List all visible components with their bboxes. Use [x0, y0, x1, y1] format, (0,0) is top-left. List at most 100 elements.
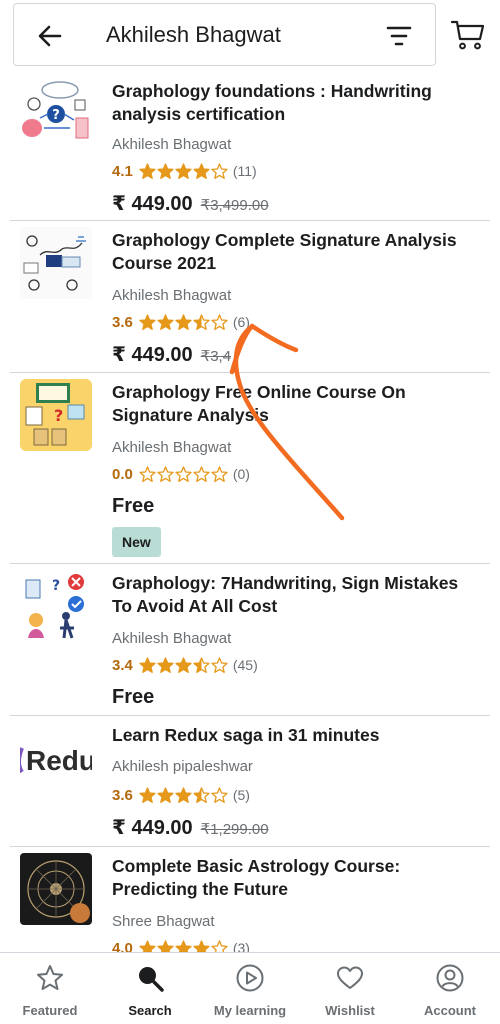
course-price: Free	[112, 686, 154, 709]
rating-value: 3.4	[112, 656, 133, 674]
course-thumbnail: ?	[20, 78, 92, 150]
star-rating	[139, 162, 229, 180]
review-count: (6)	[232, 314, 250, 330]
search-icon	[139, 967, 164, 992]
star-filled-icon	[175, 656, 192, 673]
star-filled-icon	[175, 939, 192, 952]
course-card[interactable]: Redu Learn Redux saga in 31 minutes Akhi…	[10, 716, 490, 847]
star-filled-icon	[139, 313, 156, 330]
course-title[interactable]: Graphology: 7Handwriting, Sign Mistakes …	[112, 572, 482, 618]
nav-search[interactable]: Search	[100, 953, 200, 1024]
course-card[interactable]: Complete Basic Astrology Course: Predict…	[10, 847, 490, 952]
filter-icon[interactable]	[386, 24, 412, 48]
course-title[interactable]: Graphology Complete Signature Analysis C…	[112, 229, 482, 275]
nav-account[interactable]: Account	[400, 953, 500, 1024]
heart-icon	[337, 966, 363, 989]
star-filled-icon	[139, 162, 156, 179]
search-query-text[interactable]: Akhilesh Bhagwat	[106, 22, 281, 48]
course-price: ₹ 449.00 ₹3,4	[112, 342, 231, 367]
nav-wishlist[interactable]: Wishlist	[300, 953, 400, 1024]
course-rating: 3.6 (6)	[112, 312, 250, 332]
course-author: Akhilesh Bhagwat	[112, 287, 232, 304]
star-rating	[139, 465, 229, 483]
star-empty-icon	[211, 162, 228, 179]
original-price: ₹3,499.00	[200, 197, 269, 214]
star-half-icon	[193, 313, 210, 330]
star-filled-icon	[139, 786, 156, 803]
course-card[interactable]: ? Graphology Free Online Course On Signa…	[10, 373, 490, 564]
course-title[interactable]: Graphology foundations : Handwriting ana…	[112, 80, 482, 126]
star-empty-icon	[175, 465, 192, 482]
course-list[interactable]: ? Graphology foundations : Handwriting a…	[0, 72, 500, 952]
course-title[interactable]: Learn Redux saga in 31 minutes	[112, 724, 482, 747]
original-price: ₹3,4	[200, 348, 232, 365]
bottom-navigation: Featured Search My learning Wishlist Acc…	[0, 952, 500, 1024]
svg-text:?: ?	[54, 406, 63, 425]
course-author: Akhilesh Bhagwat	[112, 136, 232, 153]
course-rating: 0.0 (0)	[112, 464, 250, 484]
play-circle-icon	[236, 964, 264, 992]
course-author: Akhilesh pipaleshwar	[112, 758, 253, 775]
current-price: ₹ 449.00	[112, 344, 193, 366]
review-count: (5)	[232, 787, 250, 803]
star-filled-icon	[157, 313, 174, 330]
search-bar[interactable]: Akhilesh Bhagwat	[13, 3, 436, 66]
star-filled-icon	[139, 939, 156, 952]
star-filled-icon	[175, 786, 192, 803]
star-filled-icon	[175, 162, 192, 179]
star-filled-icon	[157, 786, 174, 803]
review-count: (11)	[232, 163, 257, 179]
back-arrow-icon[interactable]	[36, 22, 64, 50]
nav-my-learning[interactable]: My learning	[200, 953, 300, 1024]
current-price: Free	[112, 495, 155, 517]
course-title[interactable]: Complete Basic Astrology Course: Predict…	[112, 855, 482, 901]
course-thumbnail: ?	[20, 379, 92, 451]
svg-text:?: ?	[52, 578, 60, 594]
star-filled-icon	[175, 313, 192, 330]
star-filled-icon	[193, 939, 210, 952]
course-card[interactable]: ? Graphology: 7Handwriting, Sign Mistake…	[10, 564, 490, 716]
star-half-icon	[193, 656, 210, 673]
course-title[interactable]: Graphology Free Online Course On Signatu…	[112, 381, 482, 427]
star-rating	[139, 656, 229, 674]
star-empty-icon	[211, 939, 228, 952]
star-filled-icon	[193, 162, 210, 179]
nav-label: Featured	[22, 1003, 78, 1018]
top-bar: Akhilesh Bhagwat	[0, 0, 500, 72]
course-rating: 3.4 (45)	[112, 655, 258, 675]
course-card[interactable]: Graphology Complete Signature Analysis C…	[10, 221, 490, 373]
cart-icon[interactable]	[450, 17, 486, 51]
course-rating: 3.6 (5)	[112, 785, 250, 805]
star-rating	[139, 939, 229, 952]
course-thumbnail: Redu	[20, 722, 92, 794]
current-price: ₹ 449.00	[112, 193, 193, 215]
star-empty-icon	[193, 465, 210, 482]
current-price: Free	[112, 686, 155, 708]
star-rating	[139, 786, 229, 804]
thumb-text: Redu	[26, 745, 92, 776]
original-price: ₹1,299.00	[200, 821, 269, 838]
nav-label: Account	[424, 1003, 476, 1018]
course-price: Free	[112, 495, 154, 518]
course-thumbnail	[20, 853, 92, 925]
rating-value: 3.6	[112, 786, 133, 804]
star-rating	[139, 313, 229, 331]
review-count: (45)	[232, 657, 258, 673]
course-card[interactable]: ? Graphology foundations : Handwriting a…	[10, 72, 490, 221]
star-empty-icon	[211, 656, 228, 673]
star-empty-icon	[211, 465, 228, 482]
course-author: Akhilesh Bhagwat	[112, 630, 232, 647]
star-empty-icon	[157, 465, 174, 482]
course-price: ₹ 449.00 ₹1,299.00	[112, 815, 269, 840]
rating-value: 4.0	[112, 939, 133, 953]
review-count: (3)	[232, 940, 250, 952]
course-thumbnail	[20, 227, 92, 299]
star-filled-icon	[157, 162, 174, 179]
review-count: (0)	[232, 466, 250, 482]
course-price: ₹ 449.00 ₹3,499.00	[112, 191, 269, 216]
course-rating: 4.1 (11)	[112, 161, 257, 181]
nav-featured[interactable]: Featured	[0, 953, 100, 1024]
course-rating: 4.0 (3)	[112, 938, 250, 952]
star-empty-icon	[211, 786, 228, 803]
nav-label: Wishlist	[325, 1003, 375, 1018]
